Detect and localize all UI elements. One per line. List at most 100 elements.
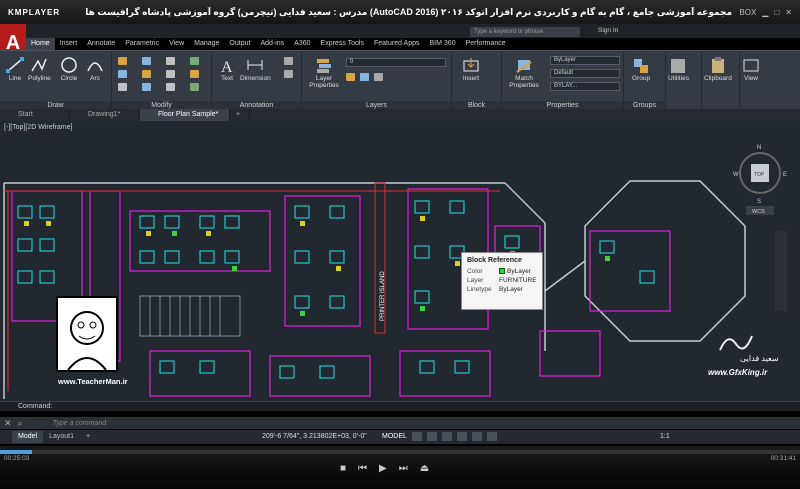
text-button[interactable]: A Text bbox=[218, 57, 236, 82]
panel-block: Insert Block bbox=[452, 51, 502, 110]
dimension-label: Dimension bbox=[240, 75, 271, 82]
stretch-icon[interactable] bbox=[118, 83, 127, 91]
compass-w: W bbox=[733, 172, 739, 178]
tab-annotate[interactable]: Annotate bbox=[82, 38, 120, 50]
search-input[interactable]: Type a keyword or phrase bbox=[470, 27, 580, 37]
search-icon[interactable]: ⌕ bbox=[18, 418, 23, 429]
table-icon[interactable] bbox=[284, 70, 293, 78]
tooltip-row-linetype: Linetype ByLayer bbox=[467, 286, 537, 293]
osnap-icon[interactable] bbox=[472, 432, 482, 441]
layer-properties-label: Layer Properties bbox=[309, 75, 339, 89]
view-button[interactable]: View bbox=[742, 57, 760, 82]
arc-button[interactable]: Arc bbox=[86, 57, 104, 82]
maximize-icon[interactable]: □ bbox=[774, 8, 779, 17]
leader-icon[interactable] bbox=[284, 57, 293, 65]
block-reference-tooltip: Block Reference Color ByLayer Layer FURN… bbox=[461, 252, 543, 310]
utilities-icon bbox=[671, 59, 686, 73]
drawing-canvas[interactable]: PRINTER ISLAND TOP N S E W WCS [-][Top][… bbox=[0, 121, 800, 401]
scale-icon[interactable] bbox=[142, 83, 151, 91]
text-label: Text bbox=[221, 75, 233, 82]
line-icon bbox=[6, 57, 24, 73]
match-properties-button[interactable]: Match Properties bbox=[506, 57, 542, 89]
line-button[interactable]: Line bbox=[6, 57, 24, 82]
file-tab-start[interactable]: Start bbox=[0, 109, 70, 121]
layer-freeze-icon[interactable] bbox=[360, 73, 369, 81]
fillet-icon[interactable] bbox=[166, 70, 175, 78]
play-icon[interactable]: ▶ bbox=[379, 463, 387, 474]
erase-icon[interactable] bbox=[190, 57, 199, 65]
tab-a360[interactable]: A360 bbox=[289, 38, 315, 50]
linetype-dropdown[interactable]: Default bbox=[550, 69, 620, 78]
tooltip-row-color: Color ByLayer bbox=[467, 268, 537, 275]
tab-home[interactable]: Home bbox=[26, 38, 55, 50]
tab-insert[interactable]: Insert bbox=[55, 38, 83, 50]
file-tab-floor-plan[interactable]: Floor Plan Sample* bbox=[140, 109, 230, 121]
lineweight-icon[interactable] bbox=[487, 432, 497, 441]
annotation-scale[interactable]: 1:1 bbox=[660, 433, 670, 440]
stop-icon[interactable]: ■ bbox=[340, 463, 346, 474]
tab-featured-apps[interactable]: Featured Apps bbox=[369, 38, 425, 50]
tab-express-tools[interactable]: Express Tools bbox=[316, 38, 369, 50]
explode-icon[interactable] bbox=[190, 70, 199, 78]
minimize-icon[interactable]: ▁ bbox=[762, 8, 768, 17]
panel-draw: Line Polyline Circle Arc Draw bbox=[0, 51, 112, 110]
layout-tab-model[interactable]: Model bbox=[12, 431, 44, 443]
trim-icon[interactable] bbox=[166, 57, 175, 65]
close-icon[interactable]: ✕ bbox=[785, 8, 792, 17]
command-input[interactable]: Type a command bbox=[53, 420, 107, 427]
tab-parametric[interactable]: Parametric bbox=[120, 38, 164, 50]
panel-groups: Group Groups bbox=[624, 51, 666, 110]
circle-button[interactable]: Circle bbox=[60, 57, 78, 82]
viewport-controls[interactable]: [-][Top][2D Wireframe] bbox=[4, 124, 72, 131]
tab-manage[interactable]: Manage bbox=[189, 38, 224, 50]
dimension-button[interactable]: Dimension bbox=[240, 57, 271, 82]
layer-dropdown[interactable]: 0 bbox=[346, 58, 446, 67]
previous-icon[interactable]: ⏮ bbox=[358, 463, 367, 474]
polyline-button[interactable]: Polyline bbox=[28, 57, 51, 82]
mirror-icon[interactable] bbox=[142, 70, 151, 78]
box-label[interactable]: BOX bbox=[739, 8, 756, 17]
copy-icon[interactable] bbox=[118, 70, 127, 78]
layer-properties-button[interactable]: Layer Properties bbox=[306, 57, 342, 89]
group-button[interactable]: Group bbox=[632, 57, 650, 82]
layer-on-icon[interactable] bbox=[346, 73, 355, 81]
lineweight-dropdown[interactable]: BYLAY... bbox=[550, 82, 620, 91]
sign-in-button[interactable]: Sign In bbox=[598, 27, 618, 34]
move-icon[interactable] bbox=[118, 57, 127, 65]
clipboard-button[interactable]: Clipboard bbox=[704, 57, 732, 82]
polar-icon[interactable] bbox=[457, 432, 467, 441]
snap-icon[interactable] bbox=[427, 432, 437, 441]
tooltip-key: Linetype bbox=[467, 286, 492, 293]
tooltip-row-layer: Layer FURNITURE bbox=[467, 277, 537, 284]
ortho-icon[interactable] bbox=[442, 432, 452, 441]
coordinate-readout: 209'-6 7/64", 3.213802E+03, 0'-0" bbox=[262, 433, 367, 440]
tab-add-ins[interactable]: Add-ins bbox=[255, 38, 289, 50]
next-icon[interactable]: ⏭ bbox=[399, 463, 408, 474]
color-dropdown[interactable]: ByLayer bbox=[550, 56, 620, 65]
command-line[interactable]: ✕ ⌕ Type a command bbox=[0, 417, 800, 429]
seek-bar[interactable] bbox=[0, 450, 800, 454]
add-layout-button[interactable]: + bbox=[80, 431, 96, 443]
tab-performance[interactable]: Performance bbox=[461, 38, 511, 50]
command-history: Command: bbox=[0, 401, 800, 411]
utilities-button[interactable]: Utilities bbox=[668, 57, 689, 82]
offset-icon[interactable] bbox=[190, 83, 199, 91]
rotate-icon[interactable] bbox=[142, 57, 151, 65]
layer-lock-icon[interactable] bbox=[374, 73, 383, 81]
tab-bim-360[interactable]: BIM 360 bbox=[425, 38, 461, 50]
time-total: 00:31:41 bbox=[770, 455, 796, 462]
insert-button[interactable]: Insert bbox=[462, 57, 480, 82]
new-tab-button[interactable]: + bbox=[230, 109, 250, 121]
grid-icon[interactable] bbox=[412, 432, 422, 441]
tab-output[interactable]: Output bbox=[224, 38, 255, 50]
floor-plan-drawing: PRINTER ISLAND TOP N S E W WCS bbox=[3, 145, 787, 399]
file-tab-drawing1[interactable]: Drawing1* bbox=[70, 109, 140, 121]
wrench-icon[interactable]: ✕ bbox=[4, 418, 12, 429]
eject-icon[interactable]: ⏏ bbox=[420, 463, 429, 474]
layout-tab-layout1[interactable]: Layout1 bbox=[43, 431, 80, 443]
array-icon[interactable] bbox=[166, 83, 175, 91]
tab-view[interactable]: View bbox=[164, 38, 189, 50]
ribbon: Line Polyline Circle Arc Draw Modify A T… bbox=[0, 50, 800, 110]
model-space-toggle[interactable]: MODEL bbox=[382, 433, 407, 440]
navigation-bar[interactable] bbox=[775, 231, 787, 311]
